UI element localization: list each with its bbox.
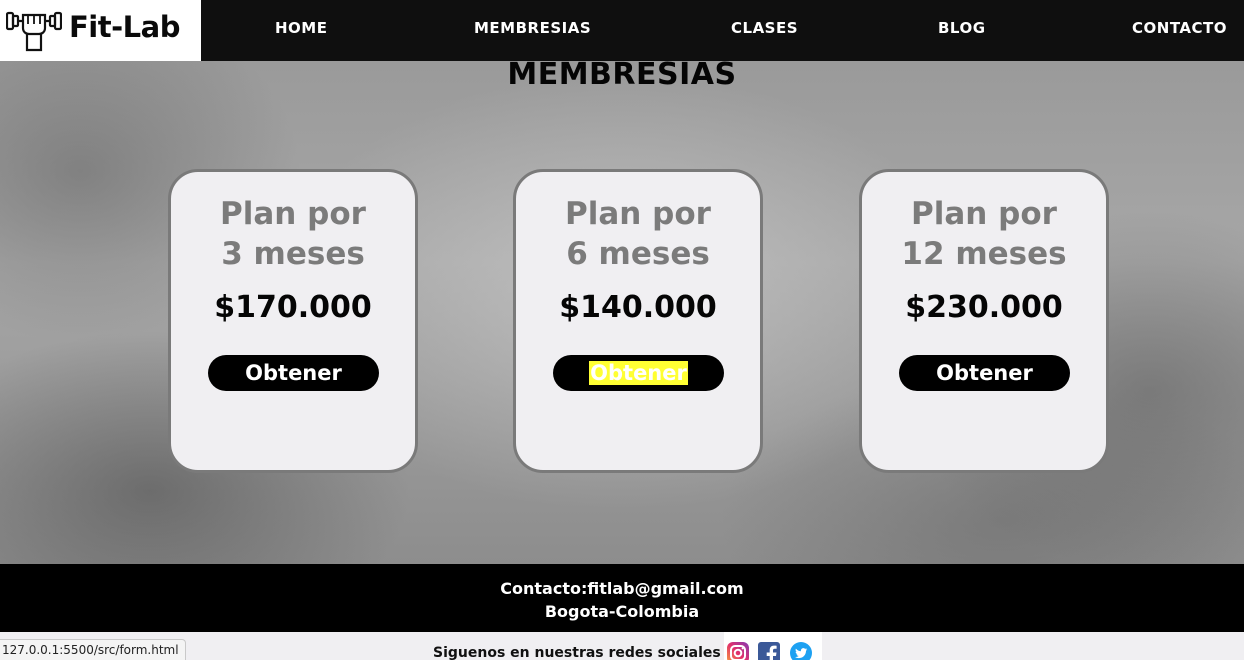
button-label: Obtener	[936, 361, 1033, 385]
plan-price: $140.000	[559, 290, 717, 325]
footer: Contacto:fitlab@gmail.com Bogota-Colombi…	[0, 564, 1244, 632]
dumbbell-fist-icon	[6, 11, 62, 52]
social-text: Siguenos en nuestras redes sociales	[433, 645, 721, 660]
plan-card-6-months: Plan por 6 meses $140.000 Obtener	[513, 169, 763, 473]
contact-email: Contacto:fitlab@gmail.com	[500, 579, 744, 598]
button-label-selected: Obtener	[589, 361, 688, 385]
obtener-button-12-months[interactable]: Obtener	[899, 355, 1070, 391]
plan-name: Plan por 12 meses	[862, 194, 1106, 274]
plan-name-line2: 6 meses	[566, 236, 710, 272]
brand-name: Fit-Lab	[69, 10, 180, 44]
nav-contacto[interactable]: CONTACTO	[1132, 19, 1227, 37]
section-title: MEMBRESIAS	[507, 61, 737, 92]
obtener-button-3-months[interactable]: Obtener	[208, 355, 379, 391]
social-icons	[724, 632, 822, 660]
plan-name: Plan por 3 meses	[171, 194, 415, 274]
nav-membresias[interactable]: MEMBRESIAS	[474, 19, 591, 37]
plan-name-line2: 12 meses	[901, 236, 1067, 272]
memberships-section: MEMBRESIAS Plan por 3 meses $170.000 Obt…	[0, 61, 1244, 564]
plan-card-12-months: Plan por 12 meses $230.000 Obtener	[859, 169, 1109, 473]
plan-name-line2: 3 meses	[221, 236, 365, 272]
facebook-icon[interactable]	[757, 641, 781, 660]
plan-name-line1: Plan por	[220, 196, 366, 232]
plan-price: $230.000	[905, 290, 1063, 325]
instagram-icon[interactable]	[726, 641, 750, 660]
plan-card-3-months: Plan por 3 meses $170.000 Obtener	[168, 169, 418, 473]
nav-home[interactable]: HOME	[275, 19, 327, 37]
location: Bogota-Colombia	[544, 602, 700, 621]
plan-name: Plan por 6 meses	[516, 194, 760, 274]
plan-name-line1: Plan por	[565, 196, 711, 232]
social-bar: Siguenos en nuestras redes sociales	[0, 632, 1244, 660]
plan-price: $170.000	[214, 290, 372, 325]
status-bar-url: 127.0.0.1:5500/src/form.html	[0, 639, 186, 660]
button-label: Obtener	[245, 361, 342, 385]
twitter-icon[interactable]	[789, 641, 813, 660]
nav-blog[interactable]: BLOG	[938, 19, 986, 37]
navbar: Fit-Lab HOME MEMBRESIAS CLASES BLOG CONT…	[0, 0, 1244, 61]
nav-clases[interactable]: CLASES	[731, 19, 798, 37]
plan-name-line1: Plan por	[911, 196, 1057, 232]
obtener-button-6-months[interactable]: Obtener	[553, 355, 724, 391]
logo[interactable]: Fit-Lab	[0, 0, 201, 61]
